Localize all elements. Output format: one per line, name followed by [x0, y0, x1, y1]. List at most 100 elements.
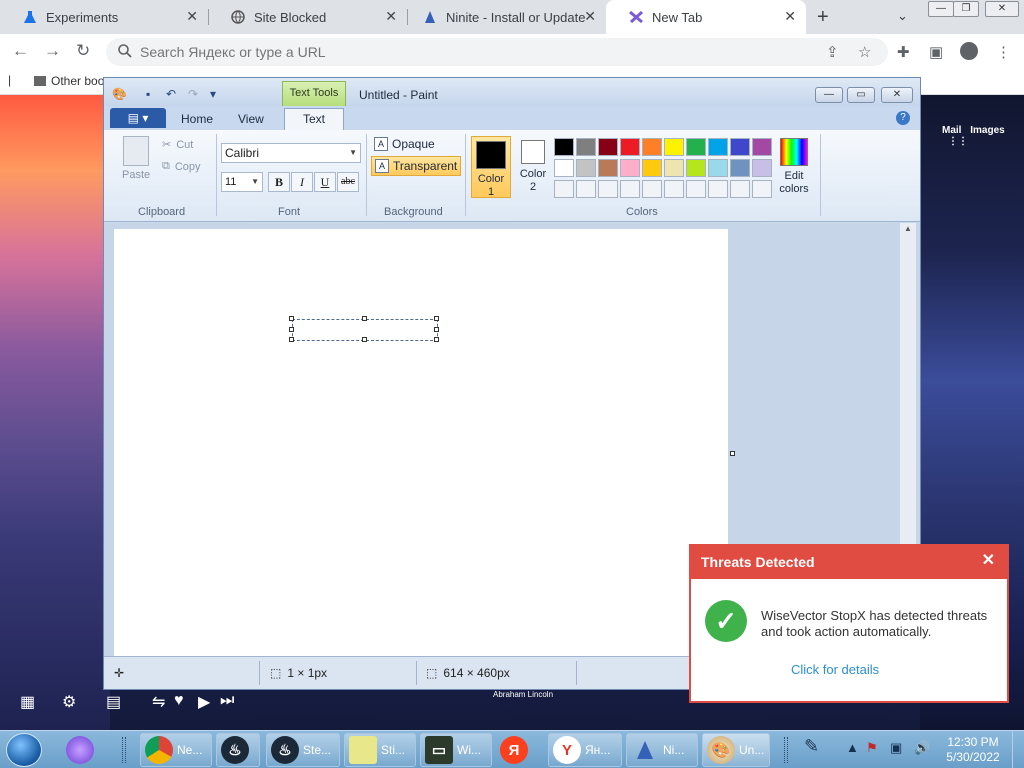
grid-view-icon[interactable]: ▦	[20, 692, 35, 712]
palette-color-swatch[interactable]	[708, 180, 728, 198]
tab-ninite[interactable]: Ninite - Install or Update ✕	[400, 0, 606, 34]
new-tab-button[interactable]: +	[817, 6, 829, 29]
underline-button[interactable]: U	[314, 172, 336, 192]
paint-minimize-button[interactable]: —	[815, 87, 843, 103]
copy-button[interactable]: ⧉ Copy	[162, 160, 201, 173]
color2-selector[interactable]: Color 2	[513, 136, 553, 198]
palette-color-swatch[interactable]	[620, 159, 640, 177]
tab-text[interactable]: Text	[284, 108, 344, 130]
scroll-up-icon[interactable]: ▲	[904, 224, 912, 233]
palette-color-swatch[interactable]	[664, 159, 684, 177]
canvas-resize-handle[interactable]	[730, 451, 735, 456]
palette-color-swatch[interactable]	[576, 138, 596, 156]
palette-color-swatch[interactable]	[642, 180, 662, 198]
tab-experiments[interactable]: Experiments ✕	[0, 0, 208, 34]
palette-color-swatch[interactable]	[752, 159, 772, 177]
palette-color-swatch[interactable]	[664, 138, 684, 156]
resize-handle[interactable]	[362, 316, 367, 321]
omnibox[interactable]	[106, 38, 888, 66]
palette-color-swatch[interactable]	[752, 180, 772, 198]
resize-handle[interactable]	[289, 337, 294, 342]
palette-color-swatch[interactable]	[598, 159, 618, 177]
chevron-down-icon[interactable]: ⌄	[897, 8, 908, 24]
grid-icon[interactable]: ⋮⋮	[948, 136, 968, 147]
star-icon[interactable]: ☆	[858, 43, 871, 61]
taskbar-button-terminal[interactable]: ▭ Wi...	[420, 733, 492, 767]
paste-button[interactable]: Paste	[122, 136, 150, 181]
network-icon[interactable]: ▣	[890, 740, 902, 756]
taskbar-button-yandex-browser[interactable]: Y Ян...	[548, 733, 622, 767]
share-icon[interactable]: ⇋	[152, 692, 165, 712]
font-family-select[interactable]: Calibri ▼	[221, 143, 361, 163]
action-center-icon[interactable]: ⚑	[866, 740, 878, 756]
taskbar-button-steam-window[interactable]: ♨ Ste...	[266, 733, 340, 767]
search-input[interactable]	[140, 44, 740, 60]
palette-color-swatch[interactable]	[620, 138, 640, 156]
close-icon[interactable]: ✕	[385, 8, 397, 25]
menu-icon[interactable]: ⋮	[996, 43, 1011, 61]
palette-color-swatch[interactable]	[664, 180, 684, 198]
tab-view[interactable]: View	[238, 112, 264, 126]
help-icon[interactable]: ?	[896, 111, 910, 125]
taskbar-button-ninite[interactable]: Ni...	[626, 733, 698, 767]
italic-button[interactable]: I	[291, 172, 313, 192]
close-icon[interactable]: ✕	[784, 8, 796, 25]
details-link[interactable]: Click for details	[791, 662, 879, 677]
taskbar-button-yandex[interactable]: Я	[496, 733, 544, 767]
images-link[interactable]: Images	[970, 125, 1004, 136]
strikethrough-button[interactable]: abc	[337, 172, 359, 192]
customize-toolbar-icon[interactable]: ▾	[210, 87, 224, 101]
palette-color-swatch[interactable]	[752, 138, 772, 156]
file-menu-button[interactable]: ▤ ▾	[110, 108, 166, 128]
minimize-button[interactable]: —	[928, 1, 954, 17]
palette-color-swatch[interactable]	[598, 180, 618, 198]
redo-icon[interactable]: ↷	[188, 87, 202, 101]
close-icon[interactable]: ✕	[982, 550, 995, 570]
cut-button[interactable]: ✂ Cut	[162, 138, 193, 152]
start-button[interactable]	[6, 733, 42, 767]
edit-colors-button[interactable]: Edit colors	[776, 138, 812, 196]
palette-color-swatch[interactable]	[576, 180, 596, 198]
palette-color-swatch[interactable]	[730, 159, 750, 177]
palette-color-swatch[interactable]	[730, 138, 750, 156]
taskbar-button-paint[interactable]: 🎨 Un...	[702, 733, 770, 767]
palette-color-swatch[interactable]	[554, 159, 574, 177]
tab-new-tab[interactable]: New Tab ✕	[606, 0, 806, 34]
close-window-button[interactable]: ✕	[985, 1, 1019, 17]
resize-handle[interactable]	[289, 316, 294, 321]
resize-handle[interactable]	[434, 327, 439, 332]
avatar[interactable]	[960, 42, 978, 60]
mail-link[interactable]: Mail	[942, 125, 961, 136]
taskbar-button-steam[interactable]: ♨	[216, 733, 260, 767]
maximize-button[interactable]: ❐	[953, 1, 979, 17]
drawing-canvas[interactable]	[114, 229, 728, 656]
palette-color-swatch[interactable]	[708, 159, 728, 177]
resize-handle[interactable]	[434, 337, 439, 342]
palette-color-swatch[interactable]	[730, 180, 750, 198]
show-desktop-button[interactable]	[1012, 731, 1024, 768]
palette-color-swatch[interactable]	[686, 138, 706, 156]
palette-color-swatch[interactable]	[686, 180, 706, 198]
save-icon[interactable]: ▪	[146, 87, 160, 101]
side-panel-icon[interactable]: ▣	[929, 43, 943, 61]
tab-home[interactable]: Home	[181, 112, 213, 126]
undo-icon[interactable]: ↶	[166, 87, 180, 101]
resize-handle[interactable]	[362, 337, 367, 342]
close-icon[interactable]: ✕	[186, 8, 198, 25]
paint-maximize-button[interactable]: ▭	[847, 87, 875, 103]
taskbar-button-sticky-notes[interactable]: Sti...	[344, 733, 416, 767]
forward-icon[interactable]: →	[44, 41, 61, 61]
color1-selector[interactable]: Color 1	[471, 136, 511, 198]
close-icon[interactable]: ✕	[584, 8, 596, 25]
resize-handle[interactable]	[289, 327, 294, 332]
palette-color-swatch[interactable]	[686, 159, 706, 177]
gear-icon[interactable]: ⚙	[62, 692, 76, 712]
palette-color-swatch[interactable]	[554, 180, 574, 198]
chevron-up-icon[interactable]: ▲	[846, 740, 859, 755]
back-icon[interactable]: ←	[12, 41, 29, 61]
system-clock[interactable]: 12:30 PM 5/30/2022	[944, 735, 1002, 765]
opaque-option[interactable]: A Opaque	[371, 134, 438, 154]
palette-color-swatch[interactable]	[620, 180, 640, 198]
comment-icon[interactable]: ▤	[106, 692, 121, 712]
palette-color-swatch[interactable]	[576, 159, 596, 177]
